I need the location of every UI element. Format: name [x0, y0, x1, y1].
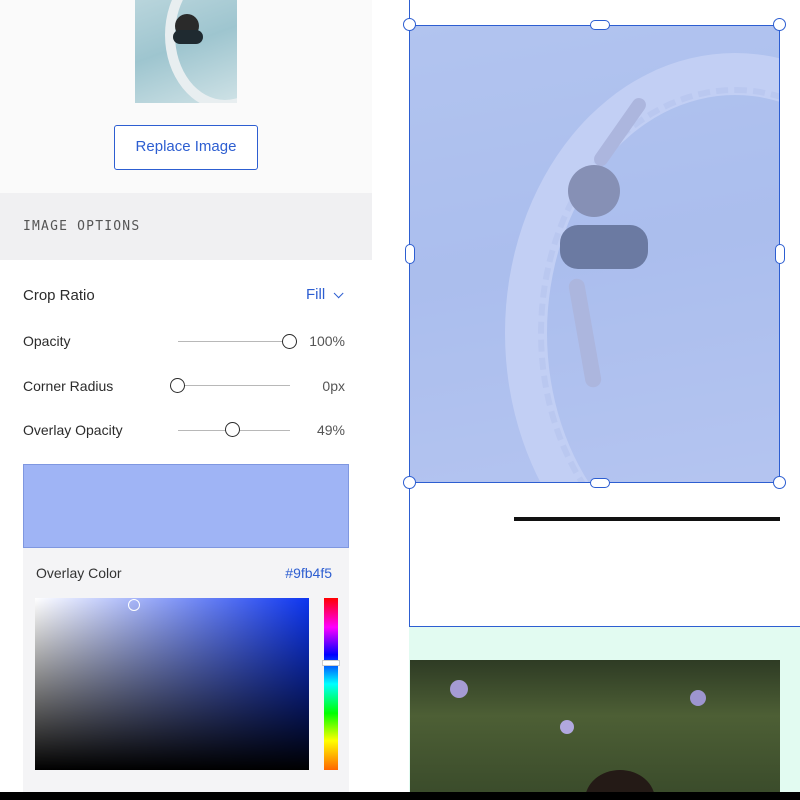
flower — [690, 690, 706, 706]
text-placeholder-line[interactable] — [514, 517, 780, 521]
selection-box — [409, 25, 780, 483]
corner-radius-value: 0px — [322, 378, 345, 394]
resize-handle-top-left[interactable] — [403, 18, 416, 31]
saturation-brightness-area[interactable] — [35, 598, 309, 770]
resize-handle-right[interactable] — [775, 244, 785, 264]
hue-slider-handle[interactable] — [322, 660, 340, 667]
bottom-bar — [0, 792, 800, 800]
section-title: IMAGE OPTIONS — [23, 219, 141, 234]
resize-handle-bottom-right[interactable] — [773, 476, 786, 489]
chevron-down-icon — [333, 288, 344, 299]
image-settings-panel: Replace Image IMAGE OPTIONS Crop Ratio F… — [0, 0, 372, 800]
crop-ratio-select[interactable]: Fill — [306, 286, 344, 303]
corner-radius-slider-track[interactable] — [178, 385, 290, 386]
resize-handle-top[interactable] — [590, 20, 610, 30]
image-options: Crop Ratio Fill Opacity 100% Corner Radi… — [0, 260, 372, 800]
opacity-value: 100% — [309, 333, 345, 349]
crop-ratio-value: Fill — [306, 286, 326, 303]
overlay-opacity-slider-handle[interactable] — [224, 422, 240, 437]
flower — [560, 720, 574, 734]
page-canvas — [372, 0, 800, 800]
garden-image[interactable] — [410, 660, 780, 800]
thumbnail-swimmer-body — [173, 30, 203, 44]
overlay-opacity-value: 49% — [316, 422, 345, 438]
color-picker: Overlay Color #9fb4f5 — [23, 548, 349, 800]
corner-radius-slider-handle[interactable] — [170, 378, 185, 393]
hue-slider[interactable] — [322, 598, 340, 770]
image-thumbnail[interactable] — [135, 0, 237, 103]
replace-image-button[interactable]: Replace Image — [114, 125, 258, 170]
color-cursor[interactable] — [127, 598, 140, 611]
opacity-label: Opacity — [23, 333, 71, 349]
opacity-slider-track[interactable] — [178, 341, 290, 342]
overlay-opacity-label: Overlay Opacity — [23, 422, 123, 438]
image-options-header: IMAGE OPTIONS — [0, 193, 372, 260]
corner-radius-label: Corner Radius — [23, 378, 114, 394]
overlay-color-hex[interactable]: #9fb4f5 — [285, 565, 332, 581]
resize-handle-top-right[interactable] — [773, 18, 786, 31]
flower — [450, 680, 468, 698]
resize-handle-bottom[interactable] — [590, 478, 610, 488]
overlay-color-swatch[interactable] — [23, 464, 349, 548]
resize-handle-left[interactable] — [405, 244, 415, 264]
crop-ratio-label: Crop Ratio — [23, 287, 95, 304]
resize-handle-bottom-left[interactable] — [403, 476, 416, 489]
opacity-slider-handle[interactable] — [282, 334, 297, 349]
thumbnail-pool-ring — [165, 0, 237, 103]
overlay-color-label: Overlay Color — [36, 565, 122, 581]
